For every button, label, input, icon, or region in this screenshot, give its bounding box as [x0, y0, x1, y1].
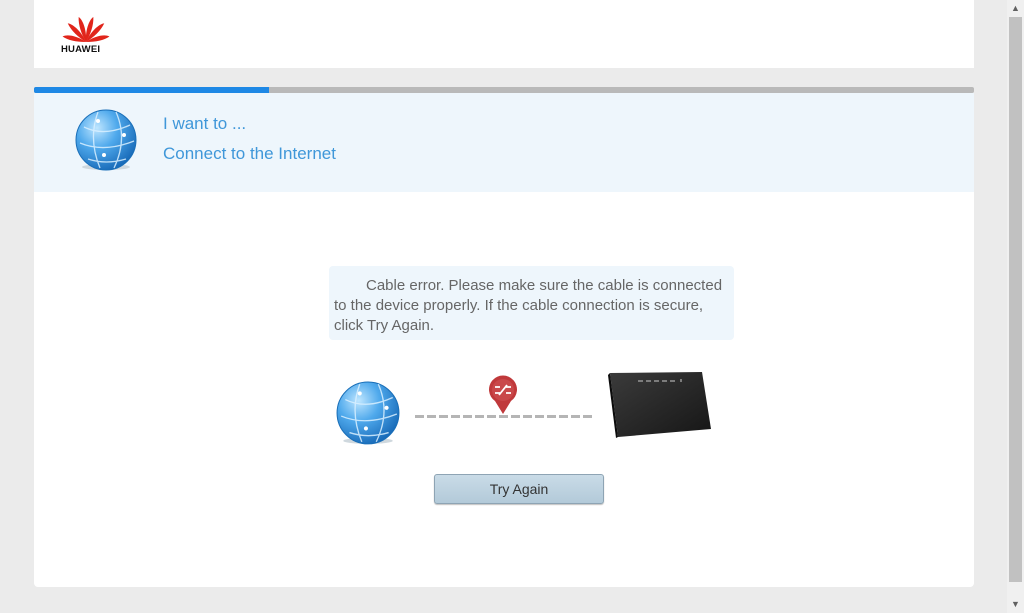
brand-name: HUAWEI: [61, 44, 101, 55]
connection-line: [415, 415, 595, 418]
globe-icon: [75, 109, 137, 171]
vertical-scrollbar[interactable]: ▲ ▼: [1007, 0, 1024, 613]
scroll-up-arrow-icon[interactable]: ▲: [1007, 0, 1024, 17]
cable-error-message: Cable error. Please make sure the cable …: [329, 266, 734, 340]
scroll-down-arrow-icon[interactable]: ▼: [1007, 596, 1024, 613]
wizard-card: I want to ... Connect to the Internet Ca…: [34, 93, 974, 587]
globe-icon: [336, 381, 400, 445]
banner-goal: Connect to the Internet: [163, 144, 336, 163]
wizard-banner: I want to ... Connect to the Internet: [34, 93, 974, 192]
try-again-button[interactable]: Try Again: [434, 474, 604, 504]
header: HUAWEI: [34, 0, 974, 68]
disconnected-pin-icon: [489, 375, 517, 414]
router-icon: [608, 372, 711, 438]
scrollbar-thumb[interactable]: [1009, 17, 1022, 582]
banner-intro: I want to ...: [163, 114, 247, 133]
